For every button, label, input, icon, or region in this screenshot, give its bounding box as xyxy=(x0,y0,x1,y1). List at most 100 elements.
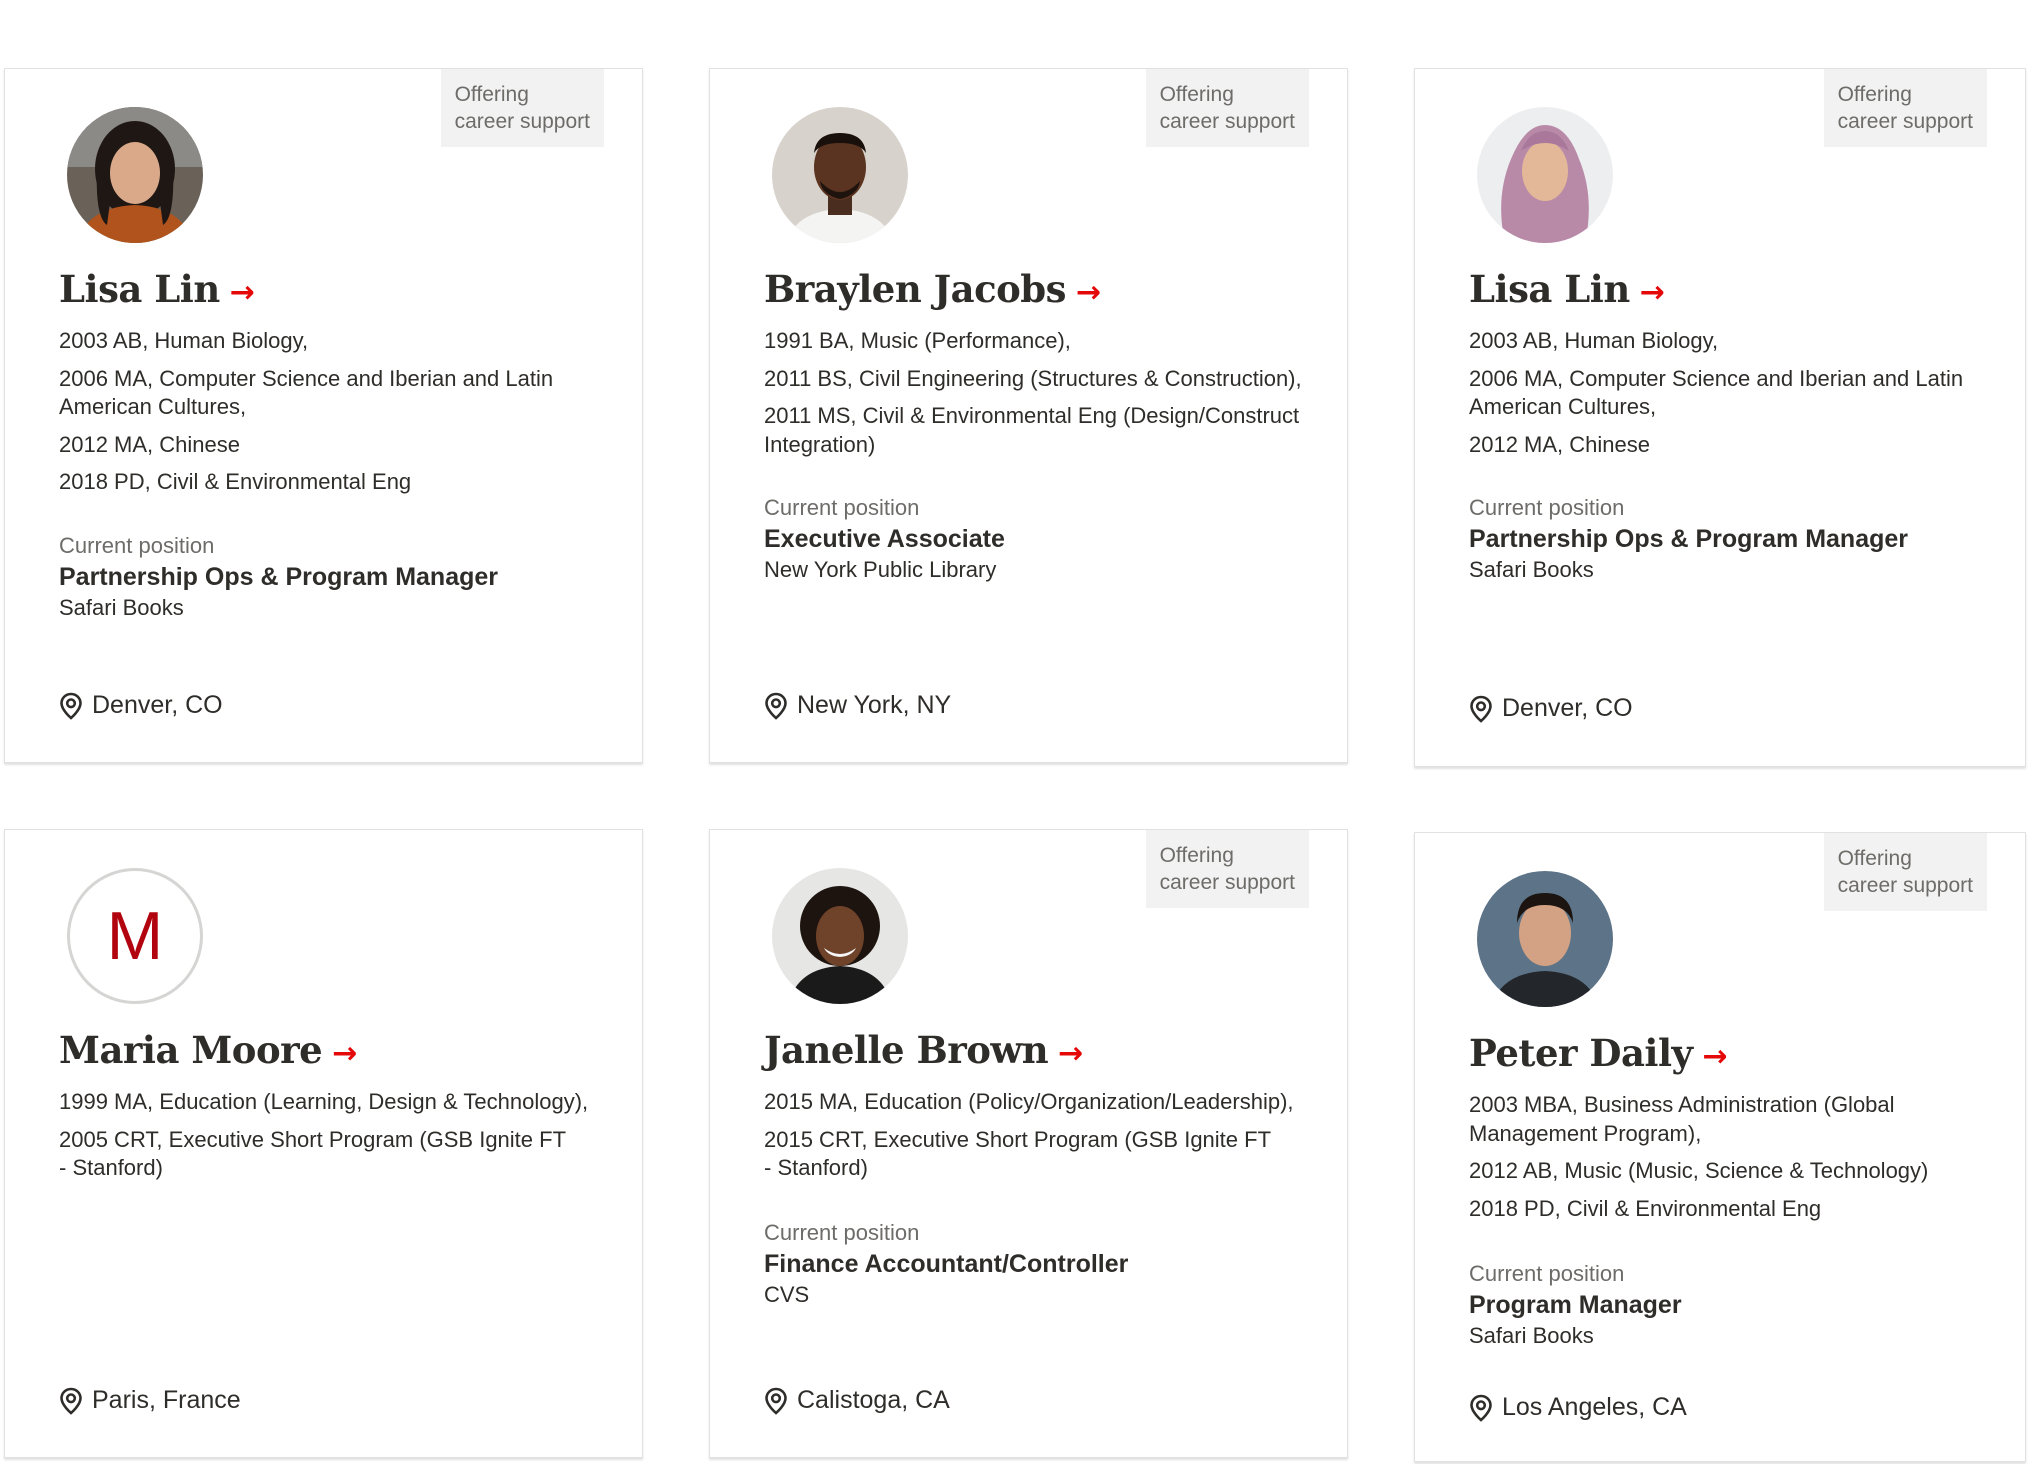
location-pin-icon xyxy=(60,692,82,720)
badge-line-2: career support xyxy=(454,110,590,133)
profile-card[interactable]: Offering career support Lisa Lin → 2003 A… xyxy=(1414,68,2026,767)
degree-item: 2005 CRT, Executive Short Program (GSB I… xyxy=(59,1126,566,1181)
current-position-label: Current position xyxy=(1469,1261,1625,1286)
degree-list: 2003 AB, Human Biology, 2006 MA, Compute… xyxy=(1469,327,1985,468)
location-text: New York, NY xyxy=(797,691,952,719)
location-text: Denver, CO xyxy=(92,691,223,719)
degree-item: 2011 BS, Civil Engineering (Structures &… xyxy=(764,365,1302,391)
current-position-label: Current position xyxy=(1469,495,1625,520)
current-position: Current position Program Manager Safari … xyxy=(1469,1259,1985,1351)
profile-name: Braylen Jacobs xyxy=(764,267,1067,311)
badge-line-2: career support xyxy=(1159,110,1295,133)
location-text: Paris, France xyxy=(92,1386,241,1414)
profile-name-link[interactable]: Maria Moore → xyxy=(59,1028,357,1072)
degree-list: 2003 MBA, Business Administration (Globa… xyxy=(1469,1091,1985,1232)
position-organization: New York Public Library xyxy=(764,557,997,582)
position-title: Partnership Ops & Program Manager xyxy=(1469,525,1909,553)
location-pin-icon xyxy=(60,1387,82,1415)
profile-card[interactable]: Offering career support Peter Daily → 200… xyxy=(1414,832,2026,1462)
position-organization: Safari Books xyxy=(1469,1323,1594,1348)
degree-list: 1991 BA, Music (Performance), 2011 BS, C… xyxy=(764,327,1307,468)
location-pin-icon xyxy=(765,692,787,720)
current-position-label: Current position xyxy=(764,495,920,520)
badge-line-2: career support xyxy=(1837,874,1973,897)
position-organization: CVS xyxy=(764,1282,810,1307)
position-title: Partnership Ops & Program Manager xyxy=(59,563,499,591)
profile-name: Maria Moore xyxy=(59,1028,323,1072)
degree-list: 1999 MA, Education (Learning, Design & T… xyxy=(59,1088,602,1192)
offering-career-support-badge: Offering career support xyxy=(1823,833,1987,911)
current-position: Current position Executive Associate New… xyxy=(764,493,1307,585)
current-position: Current position Partnership Ops & Progr… xyxy=(59,531,602,623)
location: Los Angeles, CA xyxy=(1469,1393,1687,1422)
location-pin-icon xyxy=(765,1387,787,1415)
badge-line-1: Offering xyxy=(1159,83,1234,106)
avatar xyxy=(1477,871,1613,1007)
offering-career-support-badge: Offering career support xyxy=(440,69,604,147)
profile-card[interactable]: Offering career support Janelle Brown → 2… xyxy=(709,829,1348,1458)
location: Denver, CO xyxy=(59,691,223,720)
badge-line-1: Offering xyxy=(1837,83,1912,106)
degree-item: 2012 AB, Music (Music, Science & Technol… xyxy=(1469,1158,1929,1183)
degree-item: 2003 AB, Human Biology, xyxy=(59,328,309,353)
degree-item: 2003 AB, Human Biology, xyxy=(1469,328,1719,353)
profile-name: Peter Daily xyxy=(1469,1031,1693,1075)
location: New York, NY xyxy=(764,691,951,720)
profile-card[interactable]: Offering career support Lisa Lin → 2003 A… xyxy=(4,68,643,763)
avatar xyxy=(772,107,908,243)
badge-line-1: Offering xyxy=(454,83,529,106)
location: Denver, CO xyxy=(1469,694,1633,723)
degree-list: 2015 MA, Education (Policy/Organization/… xyxy=(764,1088,1307,1192)
location-text: Los Angeles, CA xyxy=(1502,1393,1687,1421)
arrow-right-icon: → xyxy=(1702,1039,1728,1074)
location-pin-icon xyxy=(1470,1394,1492,1422)
position-title: Program Manager xyxy=(1469,1291,1682,1319)
current-position: Current position Finance Accountant/Cont… xyxy=(764,1218,1307,1310)
badge-line-2: career support xyxy=(1159,871,1295,894)
degree-item: 2006 MA, Computer Science and Iberian an… xyxy=(59,365,554,420)
degree-item: 1991 BA, Music (Performance), xyxy=(764,328,1071,353)
location-text: Calistoga, CA xyxy=(797,1386,950,1414)
location-text: Denver, CO xyxy=(1502,694,1633,722)
degree-list: 2003 AB, Human Biology, 2006 MA, Compute… xyxy=(59,327,602,506)
location-pin-icon xyxy=(1470,695,1492,723)
degree-item: 2003 MBA, Business Administration (Globa… xyxy=(1469,1092,1895,1146)
location: Paris, France xyxy=(59,1386,241,1415)
degree-item: 2015 MA, Education (Policy/Organization/… xyxy=(764,1089,1294,1114)
offering-career-support-badge: Offering career support xyxy=(1145,830,1309,908)
profile-name-link[interactable]: Peter Daily → xyxy=(1469,1031,1728,1075)
degree-item: 2012 MA, Chinese xyxy=(1469,431,1650,457)
position-title: Executive Associate xyxy=(764,525,1005,553)
arrow-right-icon: → xyxy=(229,275,255,310)
avatar xyxy=(772,868,908,1004)
arrow-right-icon: → xyxy=(1639,275,1665,310)
profile-name-link[interactable]: Lisa Lin → xyxy=(59,267,255,311)
profile-name-link[interactable]: Lisa Lin → xyxy=(1469,267,1665,311)
avatar xyxy=(1477,107,1613,243)
degree-item: 2011 MS, Civil & Environmental Eng (Desi… xyxy=(764,403,1300,457)
current-position: Current position Partnership Ops & Progr… xyxy=(1469,493,1985,585)
degree-item: 2012 MA, Chinese xyxy=(59,431,240,457)
badge-line-1: Offering xyxy=(1159,844,1234,867)
degree-item: 2015 CRT, Executive Short Program (GSB I… xyxy=(764,1126,1271,1181)
profile-name-link[interactable]: Janelle Brown → xyxy=(764,1028,1083,1072)
profile-name-link[interactable]: Braylen Jacobs → xyxy=(764,267,1101,311)
avatar-initial: M xyxy=(67,868,203,1004)
profile-name: Janelle Brown xyxy=(764,1028,1049,1072)
avatar xyxy=(67,107,203,243)
profile-name: Lisa Lin xyxy=(59,267,220,311)
location: Calistoga, CA xyxy=(764,1386,950,1415)
profile-card[interactable]: M Maria Moore → 1999 MA, Education (Learn… xyxy=(4,829,643,1458)
degree-item: 2018 PD, Civil & Environmental Eng xyxy=(1469,1195,1822,1221)
degree-item: 2018 PD, Civil & Environmental Eng xyxy=(59,469,412,494)
offering-career-support-badge: Offering career support xyxy=(1823,69,1987,147)
arrow-right-icon: → xyxy=(332,1036,357,1071)
badge-line-2: career support xyxy=(1837,110,1973,133)
arrow-right-icon: → xyxy=(1076,275,1101,310)
offering-career-support-badge: Offering career support xyxy=(1145,69,1309,147)
profile-card[interactable]: Offering career support Braylen Jacobs → … xyxy=(709,68,1348,763)
profile-name: Lisa Lin xyxy=(1469,267,1630,311)
degree-item: 2006 MA, Computer Science and Iberian an… xyxy=(1469,365,1964,420)
position-organization: Safari Books xyxy=(1469,557,1594,582)
current-position-label: Current position xyxy=(59,533,215,558)
